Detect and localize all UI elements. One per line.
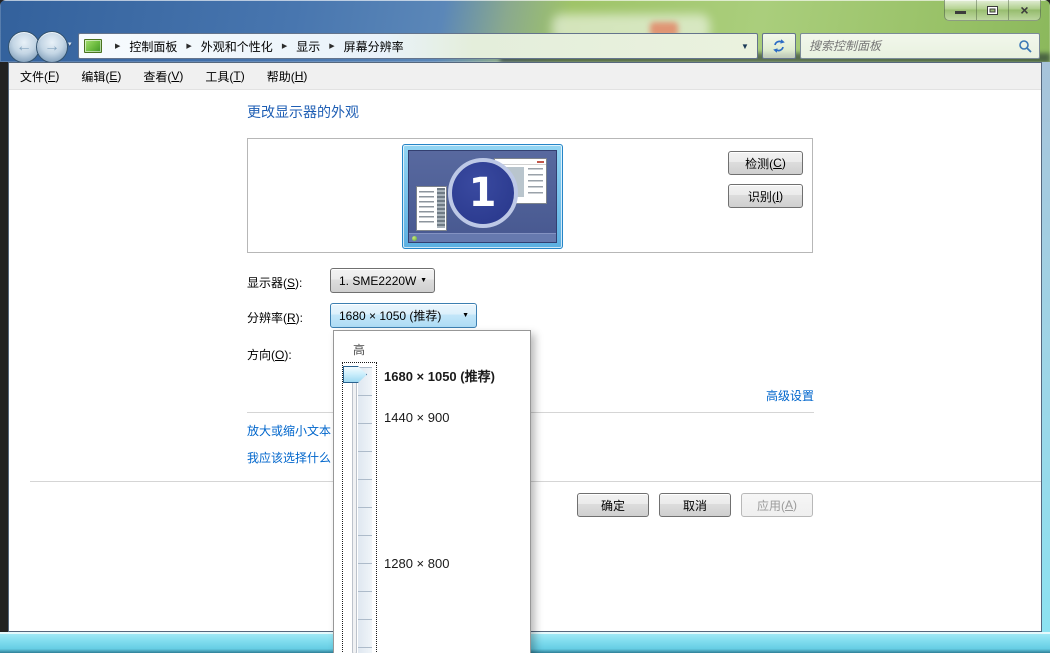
apply-button[interactable]: 应用(A) [741,493,813,517]
minimize-button[interactable] [945,0,977,20]
cancel-button[interactable]: 取消 [659,493,731,517]
flyout-high-label: 高 [353,343,366,357]
display-select-value: 1. SME2220W [339,273,417,288]
preview-taskbar [409,233,556,242]
resolution-flyout: 高 1680 × 1050 (推荐) 1440 × 900 1280 × 800 [333,330,531,653]
breadcrumb-display[interactable]: 显示 [294,36,322,57]
display-select[interactable]: 1. SME2220W ▼ [330,268,435,293]
breadcrumb-control-panel[interactable]: 控制面板 [127,36,179,57]
breadcrumb-arrow-icon: ▶ [115,43,121,50]
maximize-button[interactable] [977,0,1009,20]
address-dropdown-button[interactable]: ▼ [733,34,757,58]
ok-button[interactable]: 确定 [577,493,649,517]
breadcrumb-appearance[interactable]: 外观和个性化 [199,36,275,57]
breadcrumb-screen-resolution[interactable]: 屏幕分辨率 [342,36,406,57]
search-icon[interactable] [1018,39,1033,54]
caption-button-group: × [944,0,1041,21]
what-settings-link[interactable]: 我应该选择什么 [247,449,331,466]
resolution-option[interactable]: 1680 × 1050 (推荐) [384,366,495,385]
address-bar[interactable]: ▶ 控制面板 ▶ 外观和个性化 ▶ 显示 ▶ 屏幕分辨率 ▼ [78,33,758,59]
breadcrumb-arrow-icon: ▶ [329,43,335,50]
resolution-label: 分辨率(R): [247,311,304,325]
resolution-select[interactable]: 1680 × 1050 (推荐) ▼ [330,303,477,328]
monitor-screen: 1 [408,150,557,243]
breadcrumb-arrow-icon: ▶ [281,43,288,50]
advanced-settings-link[interactable]: 高级设置 [766,387,814,404]
menu-file[interactable]: 文件(F) [9,63,70,89]
preview-list-window-icon [416,186,447,231]
nav-history-chevron[interactable]: ▾ [68,40,72,48]
window-border-right [1042,62,1050,632]
forward-button[interactable]: → [36,31,68,63]
display-location-icon [84,39,102,53]
back-arrow-icon: ← [16,38,32,55]
chevron-down-icon: ▼ [420,277,427,284]
display-label: 显示器(S): [247,276,303,290]
resolution-slider-track[interactable] [352,367,357,653]
monitor-preview[interactable]: 1 [402,144,563,249]
resolution-select-value: 1680 × 1050 (推荐) [339,309,442,323]
detect-button[interactable]: 检测(C) [728,151,803,175]
menu-bar: 文件(F) 编辑(E) 查看(V) 工具(T) 帮助(H) [9,63,1041,90]
refresh-button[interactable] [762,33,796,59]
slider-tick-marks [358,367,372,653]
screen-resolution-window: × ← → ▾ ▶ 控制面板 ▶ 外观和个性化 ▶ 显示 ▶ 屏幕分辨率 ▼ 搜… [0,0,1050,653]
window-border-left [0,62,8,632]
forward-arrow-icon: → [44,38,60,55]
page-title: 更改显示器的外观 [247,104,359,120]
search-box[interactable] [800,33,1040,59]
menu-help[interactable]: 帮助(H) [256,63,319,89]
identify-button[interactable]: 识别(I) [728,184,803,208]
menu-tools[interactable]: 工具(T) [194,63,255,89]
close-icon: × [1020,2,1029,18]
breadcrumb-arrow-icon: ▶ [186,43,192,50]
resolution-option[interactable]: 1440 × 900 [384,410,449,425]
resize-text-link[interactable]: 放大或缩小文本 [247,422,331,439]
monitor-number-badge: 1 [447,157,518,228]
button-row-divider [30,481,1041,482]
minimize-icon [955,11,966,14]
close-button[interactable]: × [1009,0,1040,20]
refresh-icon [773,39,785,53]
menu-edit[interactable]: 编辑(E) [70,63,132,89]
resolution-option[interactable]: 1280 × 800 [384,556,449,571]
restore-icon [987,5,998,15]
chevron-down-icon: ▼ [462,312,469,319]
search-input[interactable] [801,39,1018,53]
menu-view[interactable]: 查看(V) [132,63,194,89]
preview-start-orb-icon [412,235,417,241]
orientation-label: 方向(O): [247,348,292,362]
